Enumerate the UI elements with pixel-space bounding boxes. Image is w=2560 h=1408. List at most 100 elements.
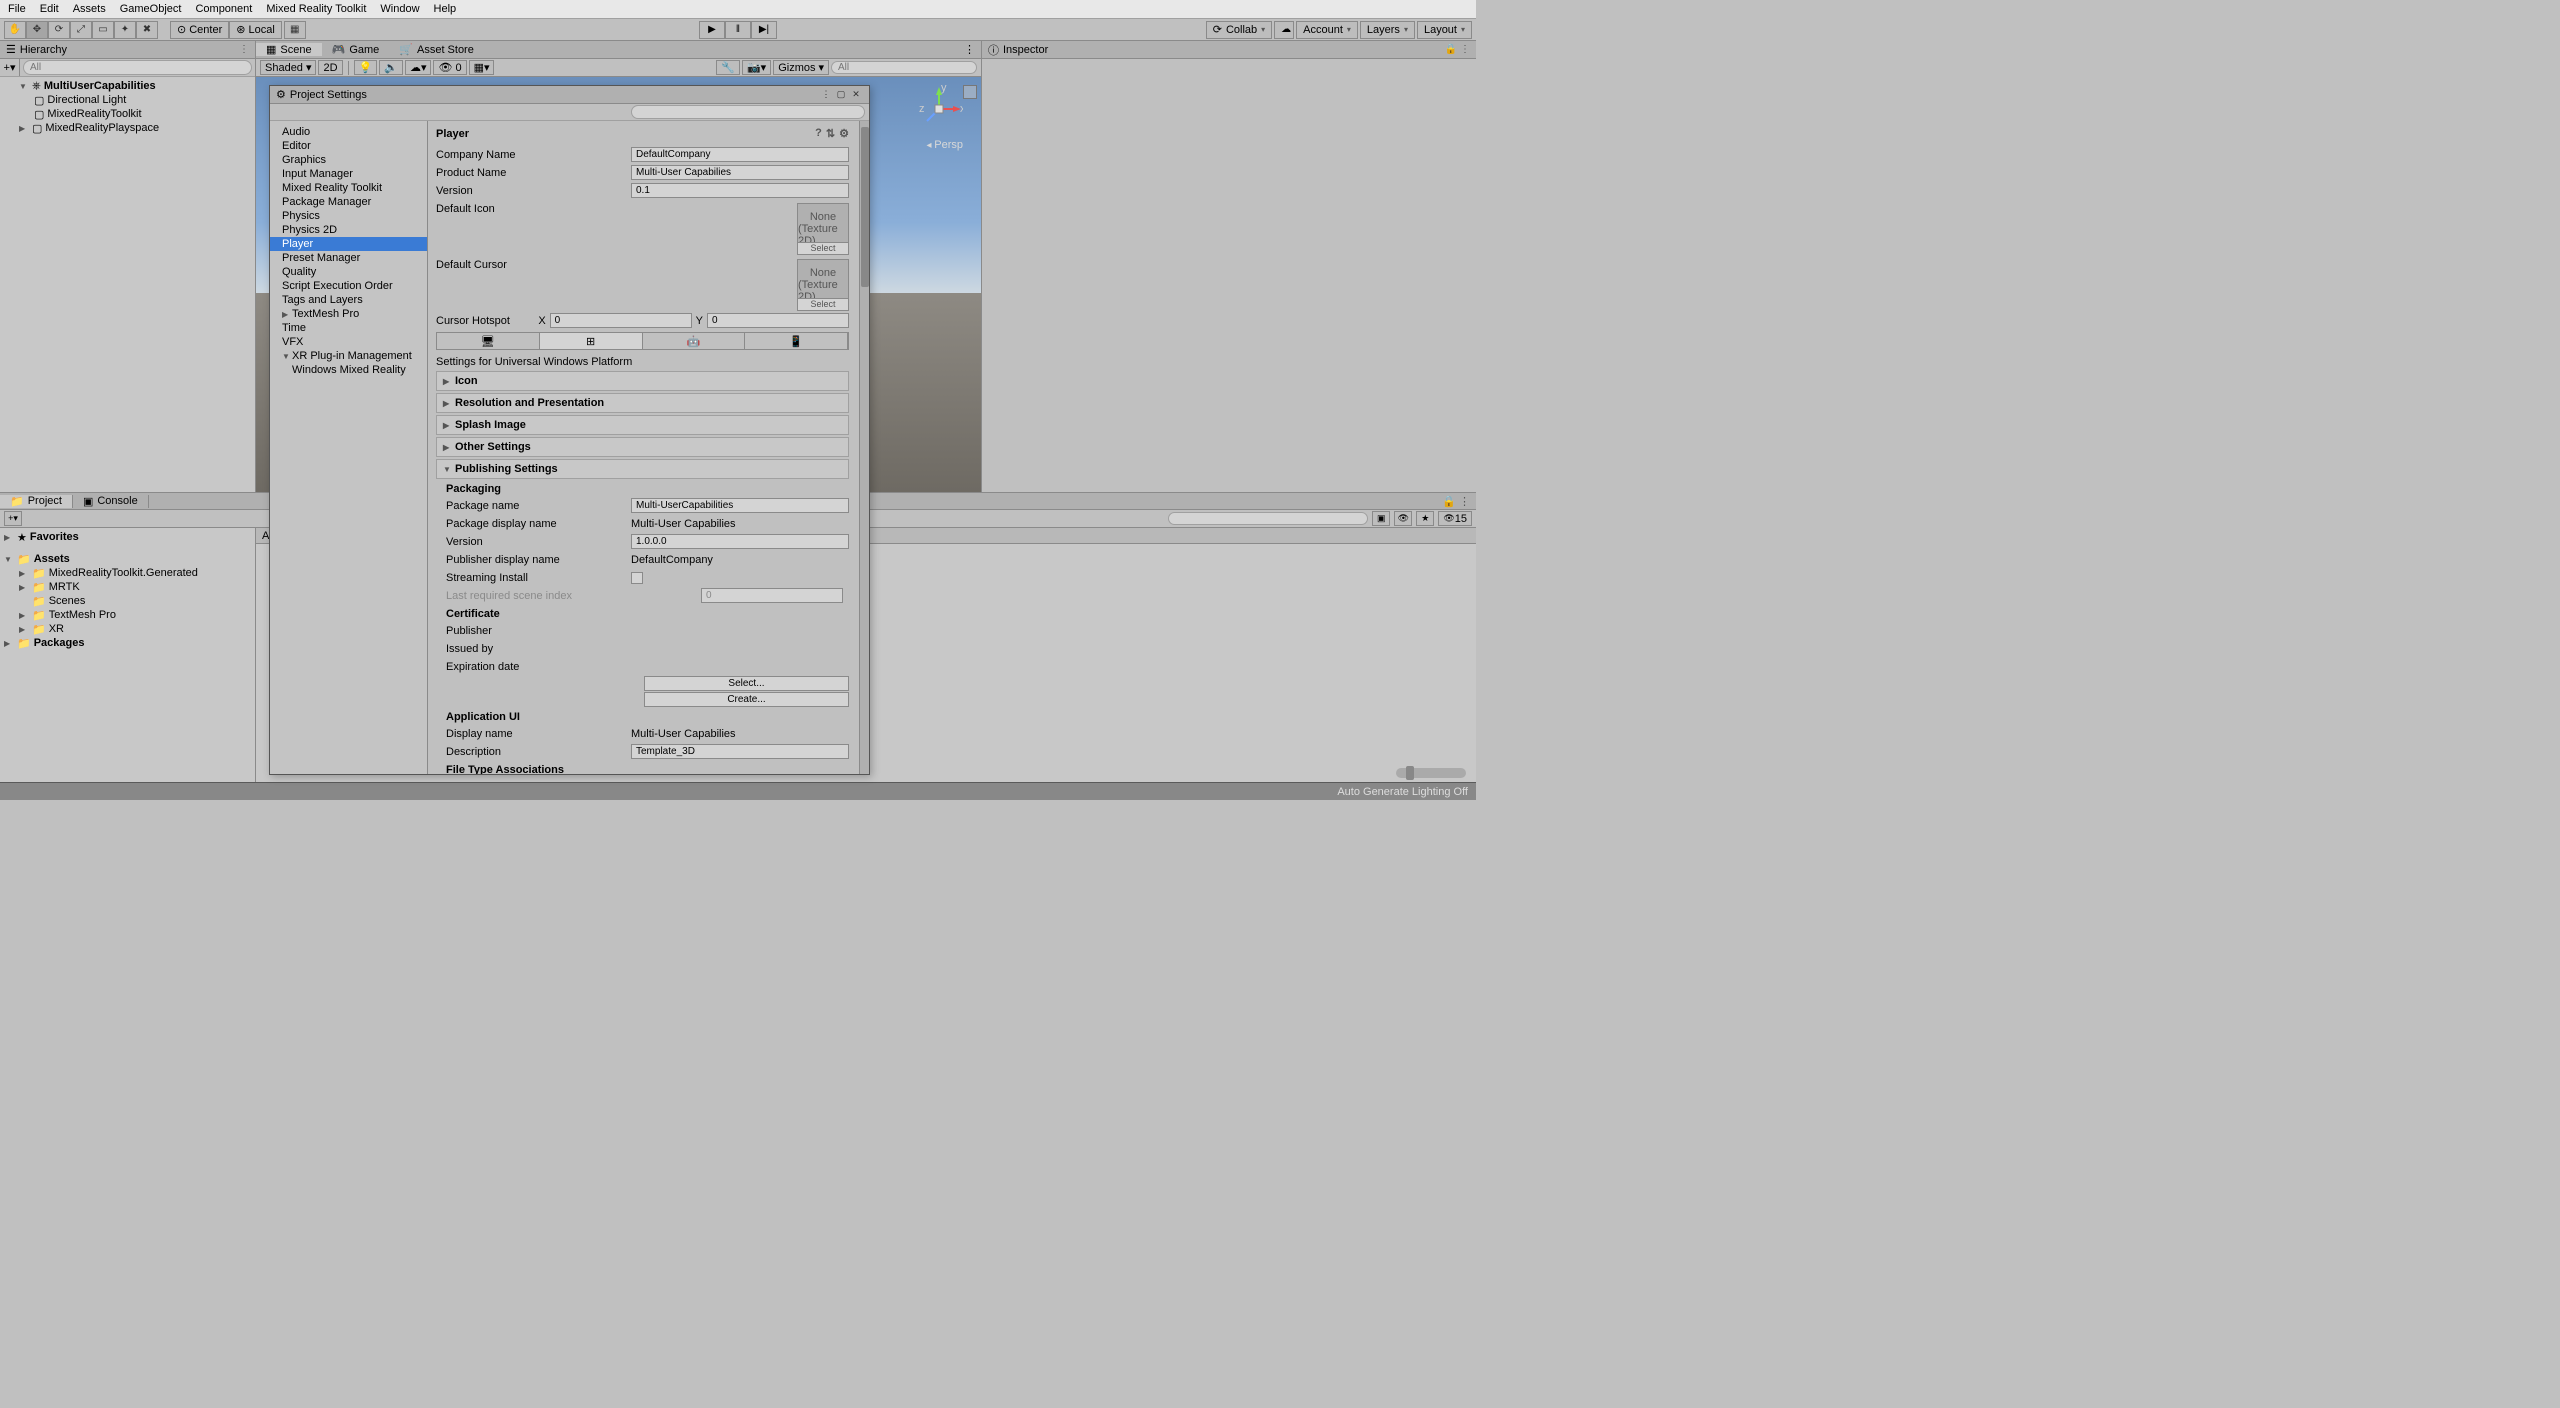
desc-input[interactable] xyxy=(631,744,849,759)
cat-editor[interactable]: Editor xyxy=(270,139,427,153)
menu-assets[interactable]: Assets xyxy=(73,3,106,15)
menu-help[interactable]: Help xyxy=(434,3,457,15)
settings-icon[interactable]: ⚙ xyxy=(839,127,849,140)
platform-standalone[interactable]: 🖥 xyxy=(437,333,540,349)
cat-tags[interactable]: Tags and Layers xyxy=(270,293,427,307)
fold-splash[interactable]: ▶Splash Image xyxy=(436,415,849,435)
scale-tool[interactable]: ⤢ xyxy=(70,21,92,39)
audio-toggle[interactable]: 🔈 xyxy=(379,60,403,75)
project-size-slider[interactable] xyxy=(1396,768,1466,778)
dialog-maximize[interactable]: ▢ xyxy=(834,88,848,102)
scene-tabs-opts[interactable]: ⋮ xyxy=(958,43,981,56)
cat-quality[interactable]: Quality xyxy=(270,265,427,279)
cat-physics[interactable]: Physics xyxy=(270,209,427,223)
cert-select-button[interactable]: Select... xyxy=(644,676,849,691)
cat-input[interactable]: Input Manager xyxy=(270,167,427,181)
grid-toggle[interactable]: ▦▾ xyxy=(469,60,495,75)
preset-icon[interactable]: ⇅ xyxy=(826,127,835,140)
cert-create-button[interactable]: Create... xyxy=(644,692,849,707)
company-input[interactable] xyxy=(631,147,849,162)
dialog-menu[interactable]: ⋮ xyxy=(819,88,833,102)
tab-console[interactable]: ▣ Console xyxy=(73,495,149,508)
lighting-toggle[interactable]: 💡 xyxy=(354,60,378,75)
fold-resolution[interactable]: ▶Resolution and Presentation xyxy=(436,393,849,413)
platform-uwp[interactable]: ⊞ xyxy=(540,333,643,349)
default-icon-slot[interactable]: None(Texture 2D) Select xyxy=(797,203,849,255)
fx-toggle[interactable]: ☁▾ xyxy=(405,60,432,75)
hotspot-y[interactable] xyxy=(707,313,849,328)
fold-other[interactable]: ▶Other Settings xyxy=(436,437,849,457)
menu-mrtk[interactable]: Mixed Reality Toolkit xyxy=(266,3,366,15)
cat-time[interactable]: Time xyxy=(270,321,427,335)
assets-row[interactable]: ▼📁Assets xyxy=(0,552,255,566)
project-search[interactable] xyxy=(1168,512,1368,525)
folder-row[interactable]: ▶📁MRTK xyxy=(0,580,255,594)
menu-component[interactable]: Component xyxy=(195,3,252,15)
layout-dropdown[interactable]: Layout▾ xyxy=(1417,21,1472,39)
pivot-center[interactable]: ⊙Center xyxy=(170,21,229,39)
cat-vfx[interactable]: VFX xyxy=(270,335,427,349)
tab-game[interactable]: 🎮 Game xyxy=(322,43,390,56)
folder-row[interactable]: 📁Scenes xyxy=(0,594,255,608)
cat-tmp[interactable]: ▶TextMesh Pro xyxy=(270,307,427,321)
project-create[interactable]: +▾ xyxy=(4,511,22,526)
menu-file[interactable]: File xyxy=(8,3,26,15)
proj-btn-1[interactable]: ▣ xyxy=(1372,511,1390,526)
fold-icon[interactable]: ▶Icon xyxy=(436,371,849,391)
version-input[interactable] xyxy=(631,183,849,198)
cat-package[interactable]: Package Manager xyxy=(270,195,427,209)
tree-row[interactable]: ▶▢MixedRealityPlayspace xyxy=(0,121,255,135)
dialog-search[interactable] xyxy=(631,105,865,119)
2d-toggle[interactable]: 2D xyxy=(318,60,342,75)
platform-ios[interactable]: 📱 xyxy=(745,333,848,349)
product-input[interactable] xyxy=(631,165,849,180)
tools-toggle[interactable]: 🔧 xyxy=(716,60,740,75)
tree-row[interactable]: ▢Directional Light xyxy=(0,93,255,107)
packages-row[interactable]: ▶📁Packages xyxy=(0,636,255,650)
inspector-lock[interactable]: 🔒 ⋮ xyxy=(1445,44,1470,55)
tab-scene[interactable]: ▦ Scene xyxy=(256,43,322,56)
draw-mode[interactable]: Shaded▾ xyxy=(260,60,316,75)
cat-physics2d[interactable]: Physics 2D xyxy=(270,223,427,237)
cloud-button[interactable]: ☁ xyxy=(1274,21,1294,39)
pkg-ver-input[interactable] xyxy=(631,534,849,549)
snap-tool[interactable]: ▦ xyxy=(284,21,306,39)
persp-label[interactable]: ◂ Persp xyxy=(926,139,963,151)
folder-row[interactable]: ▶📁MixedRealityToolkit.Generated xyxy=(0,566,255,580)
tab-project[interactable]: 📁 Project xyxy=(0,495,73,508)
custom-tool[interactable]: ✖ xyxy=(136,21,158,39)
pivot-local[interactable]: ⊛Local xyxy=(229,21,282,39)
cat-script[interactable]: Script Execution Order xyxy=(270,279,427,293)
menu-edit[interactable]: Edit xyxy=(40,3,59,15)
scene-search[interactable] xyxy=(831,61,977,74)
hierarchy-create[interactable]: +▾ xyxy=(0,59,20,76)
menu-gameobject[interactable]: GameObject xyxy=(120,3,182,15)
play-button[interactable]: ▶ xyxy=(699,21,725,39)
orientation-gizmo[interactable]: z x y xyxy=(915,85,963,133)
stream-checkbox[interactable] xyxy=(631,572,643,584)
collab-dropdown[interactable]: ⟳Collab▾ xyxy=(1206,21,1272,39)
hidden-toggle[interactable]: 👁0 xyxy=(433,60,466,75)
cat-player[interactable]: Player xyxy=(270,237,427,251)
rect-tool[interactable]: ▭ xyxy=(92,21,114,39)
move-tool[interactable]: ✥ xyxy=(26,21,48,39)
rotate-tool[interactable]: ⟳ xyxy=(48,21,70,39)
proj-hidden-count[interactable]: 👁15 xyxy=(1438,511,1472,526)
cat-xr-wmr[interactable]: Windows Mixed Reality xyxy=(270,363,427,377)
hierarchy-search-input[interactable] xyxy=(23,60,252,75)
gizmos-dropdown[interactable]: Gizmos▾ xyxy=(773,60,829,75)
hierarchy-opts[interactable]: ⋮ xyxy=(239,44,249,55)
help-icon[interactable]: ? xyxy=(815,127,822,140)
layers-dropdown[interactable]: Layers▾ xyxy=(1360,21,1415,39)
scene-lock[interactable] xyxy=(963,85,977,99)
platform-android[interactable]: 🤖 xyxy=(643,333,746,349)
menu-window[interactable]: Window xyxy=(380,3,419,15)
dialog-scrollbar[interactable] xyxy=(859,121,869,774)
pause-button[interactable]: ‖ xyxy=(725,21,751,39)
hierarchy-tab[interactable]: ☰ Hierarchy ⋮ xyxy=(0,41,255,59)
step-button[interactable]: ▶| xyxy=(751,21,777,39)
dialog-close[interactable]: ✕ xyxy=(849,88,863,102)
cat-audio[interactable]: Audio xyxy=(270,125,427,139)
cat-preset[interactable]: Preset Manager xyxy=(270,251,427,265)
account-dropdown[interactable]: Account▾ xyxy=(1296,21,1358,39)
